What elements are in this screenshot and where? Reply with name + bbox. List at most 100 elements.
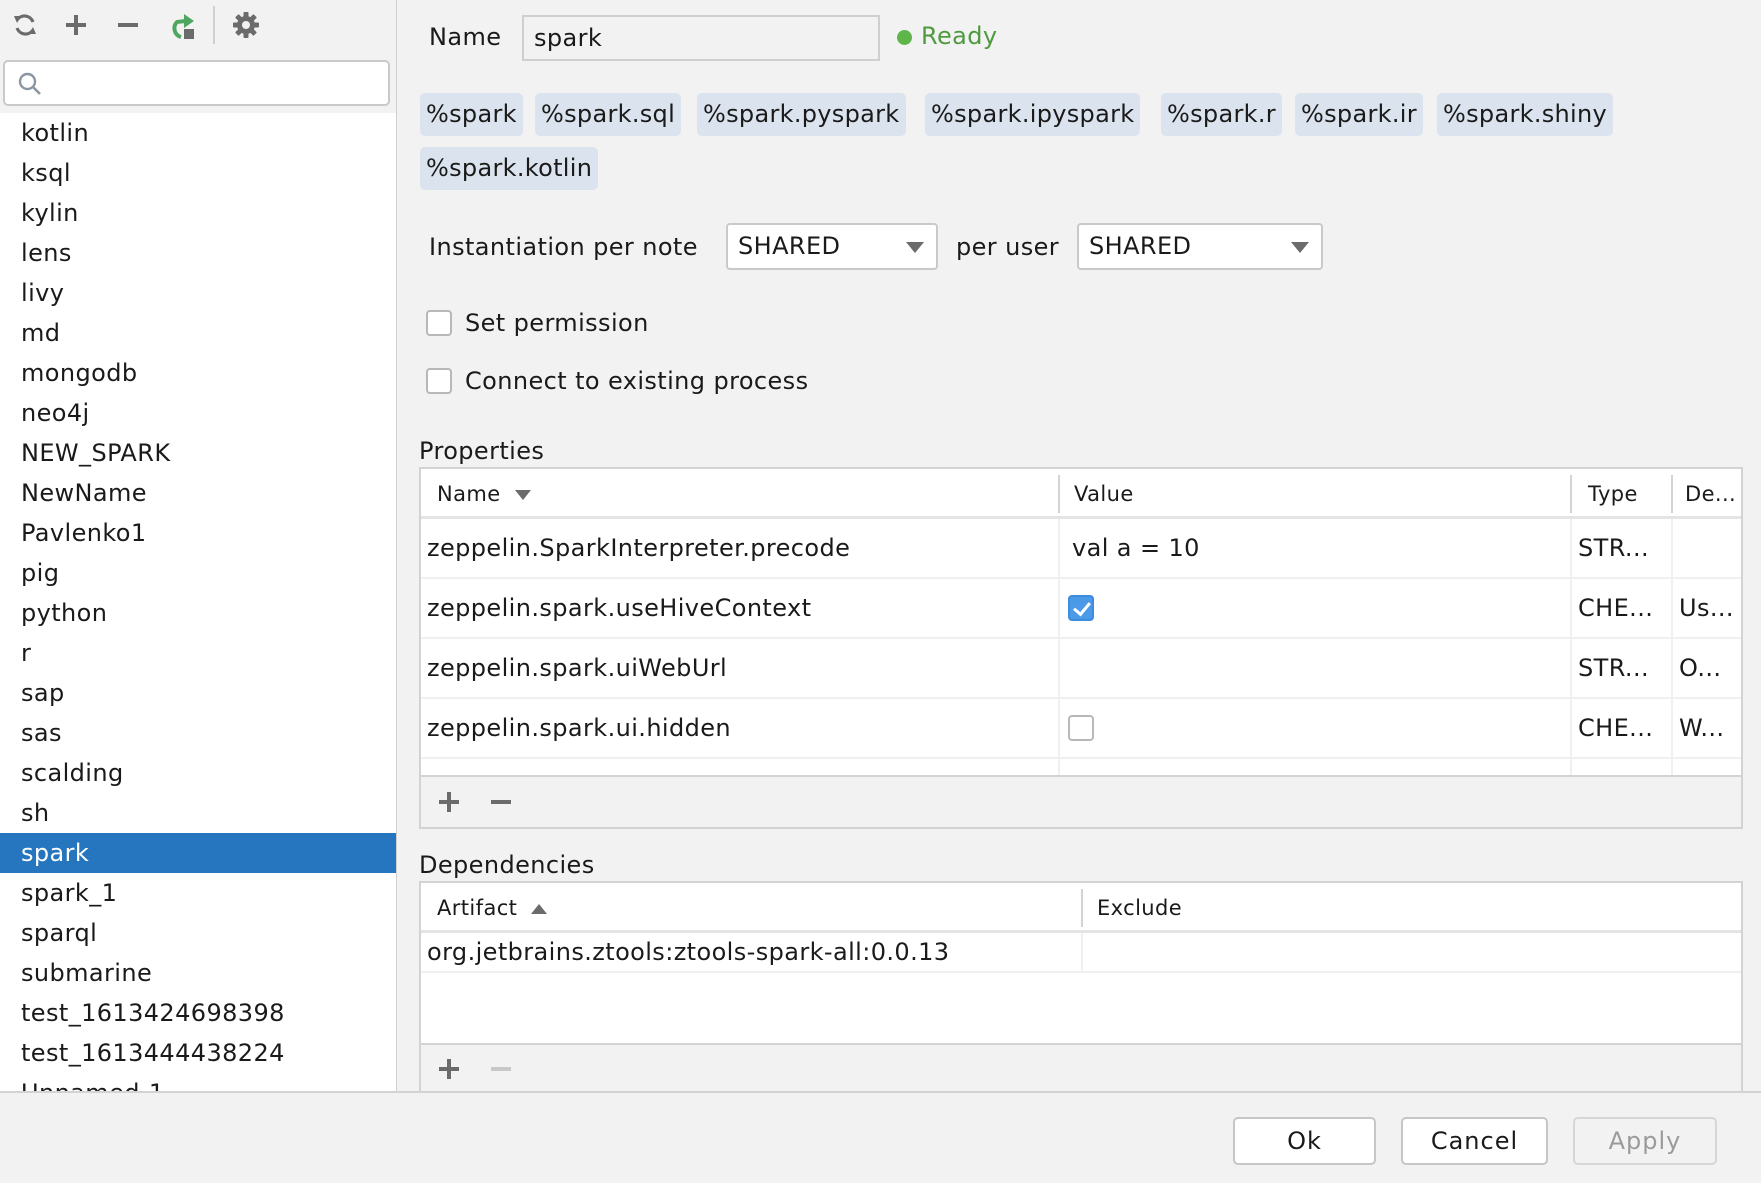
per-note-dropdown[interactable]: SHARED — [726, 223, 938, 270]
remove-property-button[interactable] — [483, 777, 519, 827]
interpreter-tag[interactable]: %spark — [420, 93, 523, 136]
column-header-description[interactable]: De... — [1671, 469, 1741, 519]
remove-dependency-button[interactable] — [483, 1045, 519, 1093]
table-row[interactable]: org.jetbrains.ztools:ztools-spark-all:0.… — [421, 933, 1741, 973]
per-user-dropdown[interactable]: SHARED — [1077, 223, 1323, 270]
set-permission-label: Set permission — [465, 309, 649, 337]
properties-toolbar — [421, 775, 1741, 827]
sidebar-item[interactable]: lens — [0, 233, 396, 273]
property-value[interactable] — [1058, 699, 1570, 757]
property-value-checkbox[interactable] — [1068, 595, 1094, 621]
sidebar-item[interactable]: NewName — [0, 473, 396, 513]
property-name[interactable]: zeppelin.spark.ui.hidden — [421, 699, 1058, 757]
settings-icon[interactable] — [229, 8, 263, 42]
table-row[interactable]: zeppelin.spark.ui.hidden CHE... W... — [421, 699, 1741, 759]
add-icon[interactable] — [59, 8, 93, 42]
table-row[interactable]: zeppelin.SparkInterpreter.precode val a =… — [421, 519, 1741, 579]
sidebar-item[interactable]: scalding — [0, 753, 396, 793]
column-header-name[interactable]: Name — [421, 469, 1058, 519]
property-value[interactable] — [1058, 639, 1570, 697]
dependency-artifact[interactable]: org.jetbrains.ztools:ztools-spark-all:0.… — [421, 933, 1081, 971]
per-user-label: per user — [956, 233, 1060, 261]
property-name[interactable]: zeppelin.spark.uiWebUrl — [421, 639, 1058, 697]
properties-title: Properties — [419, 437, 545, 465]
name-input[interactable] — [522, 15, 880, 61]
sidebar-item[interactable]: livy — [0, 273, 396, 313]
table-row[interactable]: zeppelin.spark.uiWebUrl STR... O... — [421, 639, 1741, 699]
property-description: W... — [1671, 699, 1741, 757]
ok-button[interactable]: Ok — [1233, 1117, 1376, 1165]
interpreter-tag[interactable]: %spark.pyspark — [697, 93, 906, 136]
sort-ascending-icon — [531, 904, 548, 914]
sidebar-item[interactable]: sap — [0, 673, 396, 713]
remove-icon — [491, 1067, 511, 1071]
connect-existing-process-checkbox[interactable] — [426, 368, 452, 394]
interpreter-tag[interactable]: %spark.r — [1161, 93, 1282, 136]
sidebar-item[interactable]: Pavlenko1 — [0, 513, 396, 553]
property-value[interactable]: val a = 10 — [1058, 519, 1570, 577]
sidebar-item[interactable]: mongodb — [0, 353, 396, 393]
per-user-value: SHARED — [1089, 232, 1192, 260]
sidebar-item[interactable]: sh — [0, 793, 396, 833]
sidebar-item[interactable]: test_1613444438224 — [0, 1033, 396, 1073]
status-dot-icon — [897, 30, 912, 45]
sidebar-item[interactable]: spark — [0, 833, 396, 873]
search-icon — [17, 71, 43, 101]
sidebar-item[interactable]: spark_1 — [0, 873, 396, 913]
sidebar-item[interactable]: NEW_SPARK — [0, 433, 396, 473]
search-input[interactable] — [51, 68, 380, 98]
add-icon — [439, 792, 459, 812]
sidebar-item[interactable]: neo4j — [0, 393, 396, 433]
add-property-button[interactable] — [431, 777, 467, 827]
column-header-artifact[interactable]: Artifact — [421, 883, 1081, 933]
interpreter-list: kotlin ksql kylin lens livy md mongodb neo4j NEW… — [0, 113, 396, 1091]
table-row[interactable]: zeppelin.spark.useHiveContext CHE... Us... — [421, 579, 1741, 639]
interpreter-tag[interactable]: %spark.ipyspark — [925, 93, 1141, 136]
chevron-down-icon — [1291, 242, 1309, 253]
sidebar-item[interactable]: submarine — [0, 953, 396, 993]
restart-icon[interactable] — [165, 8, 199, 42]
chevron-down-icon — [906, 242, 924, 253]
cancel-button[interactable]: Cancel — [1401, 1117, 1548, 1165]
dialog-button-bar: Ok Cancel Apply — [0, 1091, 1761, 1183]
column-header-value[interactable]: Value — [1058, 469, 1570, 519]
refresh-icon[interactable] — [8, 8, 42, 42]
add-dependency-button[interactable] — [431, 1045, 467, 1093]
search-field[interactable] — [3, 60, 390, 106]
property-type: STR... — [1570, 519, 1671, 577]
property-value-checkbox[interactable] — [1068, 715, 1094, 741]
sidebar-item[interactable]: pig — [0, 553, 396, 593]
name-label: Name — [429, 23, 502, 51]
status-text: Ready — [921, 22, 998, 50]
remove-icon[interactable] — [111, 8, 145, 42]
toolbar-separator — [213, 6, 215, 44]
interpreter-tag[interactable]: %spark.kotlin — [420, 147, 599, 190]
sidebar-item[interactable]: kotlin — [0, 113, 396, 153]
instantiation-per-note-label: Instantiation per note — [429, 233, 698, 261]
interpreter-tag[interactable]: %spark.ir — [1295, 93, 1423, 136]
sidebar-item[interactable]: r — [0, 633, 396, 673]
sidebar-item[interactable]: sas — [0, 713, 396, 753]
property-description: O... — [1671, 639, 1741, 697]
property-description — [1671, 519, 1741, 577]
set-permission-checkbox[interactable] — [426, 310, 452, 336]
column-header-type[interactable]: Type — [1570, 469, 1671, 519]
column-header-exclude[interactable]: Exclude — [1081, 883, 1741, 933]
sidebar-item[interactable]: sparql — [0, 913, 396, 953]
interpreter-tag[interactable]: %spark.sql — [535, 93, 682, 136]
sidebar-item[interactable]: md — [0, 313, 396, 353]
sidebar-item[interactable]: kylin — [0, 193, 396, 233]
property-name[interactable]: zeppelin.SparkInterpreter.precode — [421, 519, 1058, 577]
property-name[interactable]: zeppelin.spark.useHiveContext — [421, 579, 1058, 637]
dependency-exclude[interactable] — [1081, 933, 1741, 971]
per-note-value: SHARED — [738, 232, 841, 260]
apply-button[interactable]: Apply — [1573, 1117, 1717, 1165]
sidebar-item[interactable]: python — [0, 593, 396, 633]
property-type: STR... — [1570, 639, 1671, 697]
sidebar-item[interactable]: test_1613424698398 — [0, 993, 396, 1033]
sidebar-item[interactable]: ksql — [0, 153, 396, 193]
interpreter-tag[interactable]: %spark.shiny — [1437, 93, 1614, 136]
property-value[interactable] — [1058, 579, 1570, 637]
dependencies-rows: org.jetbrains.ztools:ztools-spark-all:0.… — [421, 933, 1741, 1043]
sidebar-item[interactable]: Unnamed-1 — [0, 1073, 396, 1091]
